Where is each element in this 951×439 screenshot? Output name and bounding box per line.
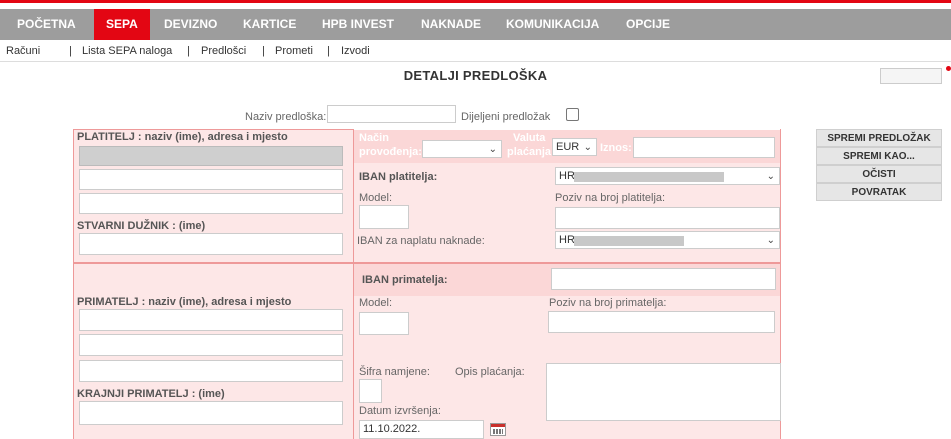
payer-model-input[interactable] bbox=[359, 205, 409, 229]
clear-button[interactable]: OČISTI bbox=[816, 165, 942, 183]
payer-model-label: Model: bbox=[359, 192, 393, 204]
nav-tab-hpb-invest[interactable]: HPB INVEST bbox=[322, 9, 394, 40]
template-name-label: Naziv predloška: bbox=[245, 111, 327, 123]
subnav-item-izvodi[interactable]: Izvodi bbox=[341, 40, 370, 62]
payer-address-field[interactable] bbox=[79, 169, 343, 190]
recipient-address-field[interactable] bbox=[79, 334, 343, 356]
recipient-model-input[interactable] bbox=[359, 312, 409, 335]
sub-nav: Računi | Lista SEPA naloga | Predlošci |… bbox=[0, 40, 951, 62]
recipient-iban-input[interactable] bbox=[551, 268, 776, 290]
actual-debtor-field[interactable] bbox=[79, 233, 343, 255]
chevron-down-icon: ⌄ bbox=[766, 235, 775, 246]
chevron-down-icon: ⌄ bbox=[766, 171, 775, 182]
recipient-reference-label: Poziv na broj primatelja: bbox=[549, 297, 667, 309]
nav-tab-sepa[interactable]: SEPA bbox=[94, 9, 150, 40]
back-button[interactable]: POVRATAK bbox=[816, 183, 942, 201]
currency-label-1: Valuta bbox=[513, 132, 546, 144]
template-name-input[interactable] bbox=[327, 105, 456, 123]
payer-header: PLATITELJ : naziv (ime), adresa i mjesto bbox=[77, 131, 288, 143]
page-title: DETALJI PREDLOŠKA bbox=[403, 68, 548, 83]
final-recipient-label: KRAJNJI PRIMATELJ : (ime) bbox=[77, 388, 225, 400]
fee-iban-value: HR bbox=[559, 234, 575, 246]
recipient-iban-label: IBAN primatelja: bbox=[362, 274, 448, 286]
amount-input[interactable] bbox=[633, 137, 775, 158]
currency-label-2: plaćanja: bbox=[507, 146, 555, 158]
execution-date-input[interactable]: 11.10.2022. bbox=[359, 420, 484, 439]
payment-description-label: Opis plaćanja: bbox=[455, 366, 525, 378]
subnav-item-prometi[interactable]: Prometi bbox=[275, 40, 313, 62]
nav-tab-komunikacija[interactable]: KOMUNIKACIJA bbox=[506, 9, 599, 40]
chevron-down-icon: ⌄ bbox=[488, 144, 497, 155]
chevron-down-icon: ⌄ bbox=[583, 142, 592, 153]
subnav-separator: | bbox=[327, 45, 330, 57]
payer-iban-label: IBAN platitelja: bbox=[359, 171, 438, 183]
actual-debtor-label: STVARNI DUŽNIK : (ime) bbox=[77, 220, 206, 232]
recipient-name-field[interactable] bbox=[79, 309, 343, 331]
calendar-icon[interactable] bbox=[490, 423, 506, 436]
panel-border bbox=[73, 129, 353, 130]
recipient-header: PRIMATELJ : naziv (ime), adresa i mjesto bbox=[77, 296, 292, 308]
payer-iban-select[interactable]: HR ⌄ bbox=[555, 167, 780, 185]
execution-date-label: Datum izvršenja: bbox=[359, 405, 441, 417]
subnav-item-predlosci[interactable]: Predlošci bbox=[201, 40, 246, 62]
final-recipient-field[interactable] bbox=[79, 401, 343, 425]
fee-iban-label: IBAN za naplatu naknade: bbox=[357, 235, 485, 247]
payment-description-input[interactable] bbox=[546, 363, 781, 421]
currency-value: EUR bbox=[556, 141, 580, 153]
shared-template-label: Dijeljeni predložak bbox=[461, 111, 551, 123]
method-label-2: provođenja: bbox=[359, 146, 422, 158]
nav-tab-opcije[interactable]: OPCIJE bbox=[626, 9, 670, 40]
subnav-separator: | bbox=[262, 45, 265, 57]
amount-label: Iznos: bbox=[600, 142, 632, 154]
purpose-code-label: Šifra namjene: bbox=[359, 366, 430, 378]
nav-tab-naknade[interactable]: NAKNADE bbox=[421, 9, 481, 40]
recipient-reference-input[interactable] bbox=[548, 311, 775, 333]
purpose-code-input[interactable] bbox=[359, 379, 382, 403]
recipient-city-field[interactable] bbox=[79, 360, 343, 382]
indicator-icon bbox=[946, 66, 951, 71]
nav-tab-devizno[interactable]: DEVIZNO bbox=[164, 9, 217, 40]
payer-name-field[interactable] bbox=[79, 146, 343, 166]
payer-reference-label: Poziv na broj platitelja: bbox=[555, 192, 666, 204]
redacted-value bbox=[574, 236, 684, 246]
main-nav: POČETNA SEPA DEVIZNO KARTICE HPB INVEST … bbox=[0, 9, 951, 40]
nav-tab-kartice[interactable]: KARTICE bbox=[243, 9, 296, 40]
panel-border bbox=[73, 129, 74, 439]
redacted-value bbox=[574, 172, 724, 182]
payer-iban-value: HR bbox=[559, 170, 575, 182]
subnav-item-lista-sepa-naloga[interactable]: Lista SEPA naloga bbox=[82, 40, 172, 62]
save-as-button[interactable]: SPREMI KAO... bbox=[816, 147, 942, 165]
subnav-separator: | bbox=[69, 45, 72, 57]
subnav-separator: | bbox=[187, 45, 190, 57]
fee-iban-select[interactable]: HR ⌄ bbox=[555, 231, 780, 249]
execution-method-select[interactable]: ⌄ bbox=[422, 140, 502, 158]
currency-select[interactable]: EUR ⌄ bbox=[552, 138, 597, 156]
top-right-field[interactable] bbox=[880, 68, 942, 84]
nav-tab-pocetna[interactable]: POČETNA bbox=[17, 9, 76, 40]
top-accent-line bbox=[0, 0, 951, 3]
subnav-item-racuni[interactable]: Računi bbox=[6, 40, 40, 62]
payer-reference-input[interactable] bbox=[555, 207, 780, 229]
recipient-model-label: Model: bbox=[359, 297, 393, 309]
payer-city-field[interactable] bbox=[79, 193, 343, 214]
method-label-1: Način bbox=[359, 132, 389, 144]
shared-template-checkbox[interactable] bbox=[566, 108, 579, 121]
save-template-button[interactable]: SPREMI PREDLOŽAK bbox=[816, 129, 942, 147]
